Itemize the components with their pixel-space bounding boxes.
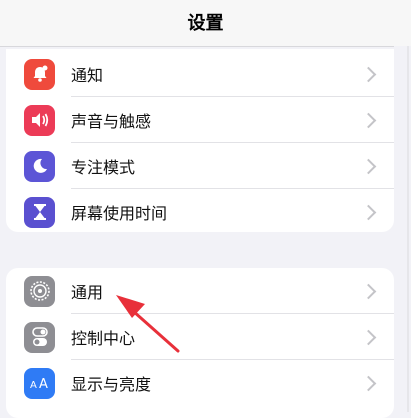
annotation-arrow-icon [116, 295, 180, 353]
